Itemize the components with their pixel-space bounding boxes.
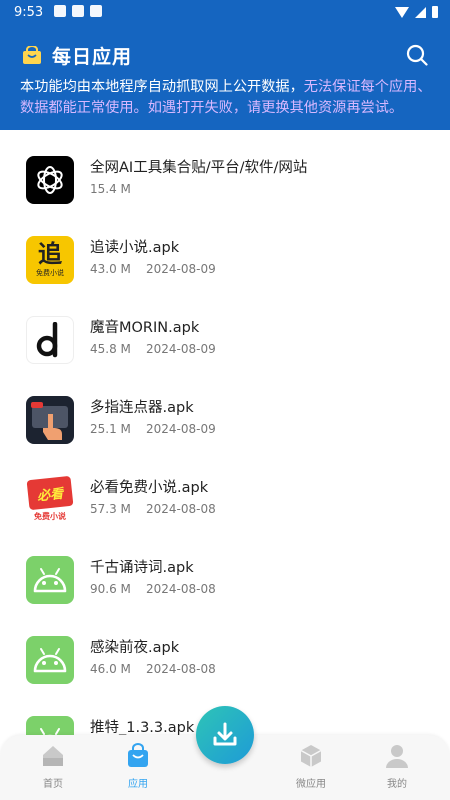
app-list-item[interactable]: 千古诵诗词.apk 90.6 M 2024-08-08 bbox=[0, 556, 450, 636]
icon-caption: 免费小说 bbox=[34, 512, 66, 521]
zhuidu-glyph: 追 bbox=[38, 240, 62, 268]
app-list-item[interactable]: 魔音MORIN.apk 45.8 M 2024-08-09 bbox=[0, 316, 450, 396]
app-list-item[interactable]: 追 免费小说 追读小说.apk 43.0 M 2024-08-09 bbox=[0, 236, 450, 316]
icon-caption: 免费小说 bbox=[36, 269, 64, 277]
shopping-bag-icon bbox=[128, 743, 148, 767]
notice-text: 本功能均由本地程序自动抓取网上公开数据， bbox=[20, 79, 304, 95]
app-date: 2024-08-09 bbox=[146, 342, 216, 356]
morin-d-icon bbox=[26, 316, 74, 364]
status-time: 9:53 bbox=[14, 5, 44, 20]
app-size: 57.3 M bbox=[90, 502, 131, 516]
app-date: 2024-08-08 bbox=[146, 662, 216, 676]
nav-apps[interactable]: 应用 bbox=[108, 743, 168, 790]
cube-icon bbox=[300, 745, 322, 767]
nav-home-label: 首页 bbox=[43, 779, 63, 790]
app-name: 千古诵诗词.apk bbox=[90, 560, 194, 576]
app-list[interactable]: 全网AI工具集合贴/平台/软件/网站 15.4 M 追 免费小说 追读小说.ap… bbox=[0, 130, 450, 735]
app-list-item[interactable]: 全网AI工具集合贴/平台/软件/网站 15.4 M bbox=[0, 156, 450, 236]
download-button[interactable] bbox=[196, 706, 254, 764]
nav-mine-label: 我的 bbox=[387, 779, 407, 790]
nav-mine[interactable]: 我的 bbox=[367, 743, 427, 790]
shopping-bag-icon bbox=[23, 46, 41, 64]
home-icon bbox=[43, 746, 63, 766]
app-size: 25.1 M bbox=[90, 422, 131, 436]
user-icon bbox=[386, 745, 408, 768]
page-title: 每日应用 bbox=[52, 46, 133, 68]
notification-icon bbox=[72, 5, 84, 17]
app-list-item[interactable]: 必看 免费小说 必看免费小说.apk 57.3 M 2024-08-08 bbox=[0, 476, 450, 556]
android-icon bbox=[26, 716, 74, 735]
download-icon bbox=[213, 722, 237, 746]
bikan-glyph: 必看 bbox=[36, 486, 64, 504]
auto-clicker-icon bbox=[26, 396, 74, 444]
app-name: 全网AI工具集合贴/平台/软件/网站 bbox=[90, 160, 308, 176]
app-size: 90.6 M bbox=[90, 582, 131, 596]
app-size: 46.0 M bbox=[90, 662, 131, 676]
app-name: 感染前夜.apk bbox=[90, 640, 180, 656]
app-list-item[interactable]: 感染前夜.apk 46.0 M 2024-08-08 bbox=[0, 636, 450, 716]
nav-home[interactable]: 首页 bbox=[23, 743, 83, 790]
wifi-icon bbox=[395, 6, 409, 18]
notification-icons bbox=[54, 5, 102, 17]
battery-icon bbox=[432, 6, 438, 18]
app-header: 每日应用 本功能均由本地程序自动抓取网上公开数据，无法保证每个应用、数据都能正常… bbox=[0, 26, 450, 130]
signal-icon bbox=[415, 6, 426, 18]
search-icon[interactable] bbox=[406, 44, 428, 66]
android-icon bbox=[26, 636, 74, 684]
app-size: 45.8 M bbox=[90, 342, 131, 356]
system-icons bbox=[395, 6, 438, 18]
app-name: 必看免费小说.apk bbox=[90, 480, 209, 496]
nav-mini-apps-label: 微应用 bbox=[296, 779, 326, 790]
app-date: 2024-08-09 bbox=[146, 262, 216, 276]
app-name: 魔音MORIN.apk bbox=[90, 320, 200, 336]
android-icon bbox=[26, 556, 74, 604]
notification-icon bbox=[90, 5, 102, 17]
app-name: 推特_1.3.3.apk bbox=[90, 720, 195, 735]
notification-icon bbox=[54, 5, 66, 17]
app-date: 2024-08-09 bbox=[146, 422, 216, 436]
nav-apps-label: 应用 bbox=[128, 779, 148, 790]
zhuidu-novel-icon: 追 免费小说 bbox=[26, 236, 74, 284]
nav-mini-apps[interactable]: 微应用 bbox=[281, 743, 341, 790]
app-name: 追读小说.apk bbox=[90, 240, 180, 256]
book-icon: 必看 bbox=[26, 476, 74, 511]
bikan-novel-icon: 必看 免费小说 bbox=[26, 476, 74, 524]
app-size: 15.4 M bbox=[90, 182, 131, 196]
app-date: 2024-08-08 bbox=[146, 582, 216, 596]
disclaimer-notice: 本功能均由本地程序自动抓取网上公开数据，无法保证每个应用、数据都能正常使用。如遇… bbox=[20, 77, 440, 119]
app-list-item[interactable]: 多指连点器.apk 25.1 M 2024-08-09 bbox=[0, 396, 450, 476]
app-name: 多指连点器.apk bbox=[90, 400, 194, 416]
app-date: 2024-08-08 bbox=[146, 502, 216, 516]
status-bar: 9:53 bbox=[0, 0, 450, 26]
app-size: 43.0 M bbox=[90, 262, 131, 276]
openai-logo-icon bbox=[26, 156, 74, 204]
